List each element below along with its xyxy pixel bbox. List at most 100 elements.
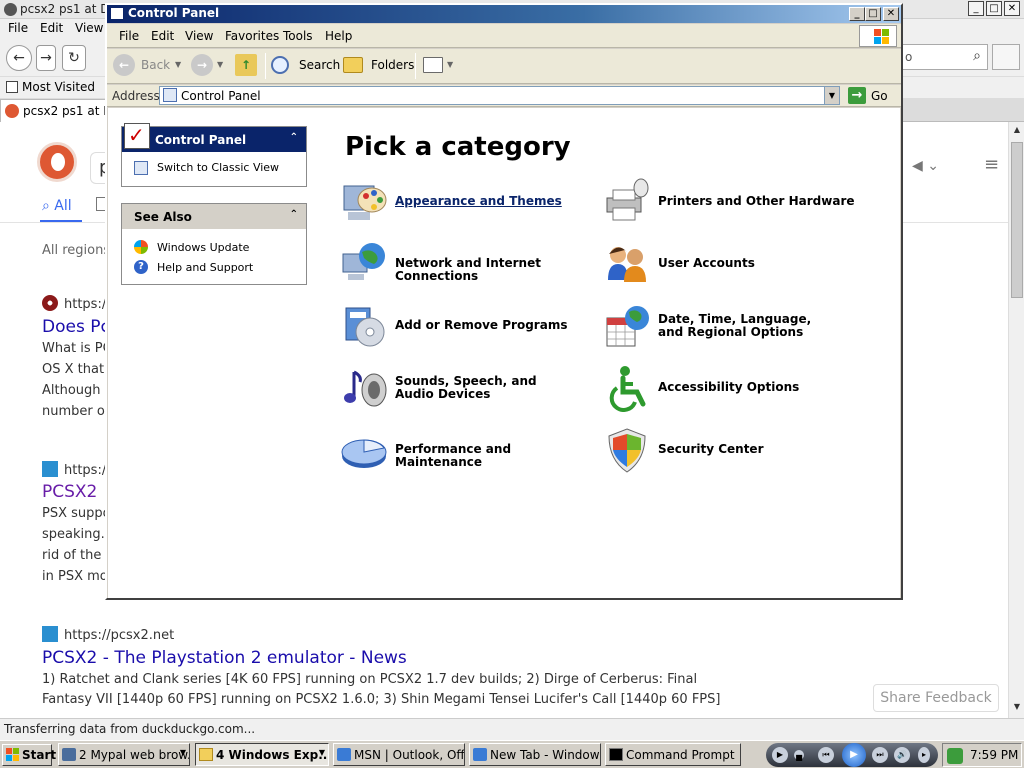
taskbar-button-msn[interactable]: MSN | Outlook, Offic... [333, 743, 465, 766]
media-play-small-icon[interactable]: ▶ [772, 747, 788, 763]
browser-tab[interactable]: pcsx2 ps1 at Duc [0, 99, 110, 122]
browser-close-button[interactable]: ✕ [1004, 1, 1020, 16]
category-label: Date, Time, Language, and Regional Optio… [658, 312, 812, 339]
media-expand-icon[interactable]: ▸ [918, 747, 930, 763]
windows-update-link[interactable]: Windows Update [122, 237, 306, 257]
taskbar-button-command-prompt[interactable]: Command Prompt [605, 743, 741, 766]
megaphone-icon[interactable]: ◀ ⌄ [912, 158, 939, 174]
views-dropdown-icon[interactable]: ▼ [447, 60, 453, 69]
category-printers-hardware[interactable]: Printers and Other Hardware [603, 178, 855, 228]
taskbar-button-label: 2 Mypal web brow... [79, 748, 190, 762]
category-label: Network and Internet Connections [395, 256, 541, 283]
menu-tools[interactable]: Tools [283, 29, 313, 43]
browser-scrollbar[interactable]: ▲ ▼ [1008, 122, 1024, 718]
category-security-center[interactable]: Security Center [603, 426, 853, 476]
group-dropdown-icon: ▼ [318, 748, 325, 757]
up-folder-button[interactable]: ↑ [235, 54, 259, 78]
ddg-tab-all[interactable]: ⌕ All [42, 198, 72, 214]
volume-icon[interactable]: 🔊 [894, 747, 910, 763]
browser-back-icon[interactable]: ← [6, 45, 32, 71]
result-title[interactable]: Does Pc [42, 317, 110, 337]
minimize-button[interactable]: _ [849, 7, 865, 21]
result-title[interactable]: PCSX2 [42, 482, 97, 502]
collapse-chevron-icon[interactable]: ⌃ [290, 132, 298, 143]
scrollbar-thumb[interactable] [1011, 142, 1023, 298]
taskbar-button-mypal[interactable]: 2 Mypal web brow... ▼ [58, 743, 190, 766]
close-button[interactable]: ✕ [883, 7, 899, 21]
go-button[interactable]: Go [871, 89, 888, 103]
switch-classic-view-link[interactable]: Switch to Classic View [122, 152, 306, 186]
category-add-remove-programs[interactable]: Add or Remove Programs [340, 302, 590, 352]
result-url[interactable]: https:// [42, 295, 111, 312]
result-url[interactable]: https://pcsx2.net [42, 626, 174, 643]
search-button[interactable]: Search [271, 54, 341, 78]
bookmark-most-visited[interactable]: Most Visited [6, 80, 95, 94]
browser-menu-edit[interactable]: Edit [40, 21, 63, 35]
browser-menu-view[interactable]: View [75, 21, 103, 35]
control-panel-panel-header[interactable]: Control Panel ⌃ [122, 123, 306, 152]
menu-help[interactable]: Help [325, 29, 352, 43]
command-prompt-icon [609, 748, 623, 761]
category-date-time-language[interactable]: Date, Time, Language, and Regional Optio… [603, 302, 853, 352]
region-filter[interactable]: All regions [42, 243, 110, 258]
media-stop-icon[interactable]: ■ [794, 750, 804, 762]
start-button[interactable]: Start [2, 744, 56, 766]
address-dropdown-icon[interactable]: ▼ [824, 87, 839, 104]
result-url[interactable]: https:// [42, 461, 111, 478]
browser-search-input[interactable]: o ⌕ [900, 44, 988, 70]
browser-search-value: o [905, 50, 913, 64]
address-input[interactable]: Control Panel ▼ [159, 86, 840, 105]
taskbar-button-new-tab[interactable]: New Tab - Windows... [469, 743, 601, 766]
collapse-chevron-icon[interactable]: ⌃ [290, 209, 298, 220]
share-feedback-button[interactable]: Share Feedback [873, 684, 999, 712]
result-title[interactable]: PCSX2 - The Playstation 2 emulator - New… [42, 648, 407, 668]
go-arrow-icon[interactable]: → [848, 87, 866, 104]
browser-reload-icon[interactable]: ↻ [62, 45, 86, 71]
menu-file[interactable]: File [119, 29, 139, 43]
media-play-icon[interactable]: ▶ [842, 743, 866, 767]
back-button[interactable]: ← Back ▼ [113, 54, 183, 78]
forward-dropdown-icon[interactable]: ▼ [217, 60, 223, 69]
menu-favorites[interactable]: Favorites [225, 29, 279, 43]
taskbar-button-windows-explorer[interactable]: 4 Windows Exp... ▼ [195, 743, 329, 766]
cp-titlebar[interactable]: Control Panel _ □ ✕ [107, 5, 901, 23]
see-also-title: See Also [134, 210, 192, 224]
back-dropdown-icon[interactable]: ▼ [175, 60, 181, 69]
browser-menu-button[interactable] [992, 44, 1020, 70]
category-accessibility-options[interactable]: Accessibility Options [603, 364, 853, 414]
media-next-icon[interactable]: ⏭ [872, 747, 888, 763]
control-panel-icon [110, 7, 124, 20]
folders-button[interactable]: Folders [343, 54, 414, 78]
browser-maximize-button[interactable]: □ [986, 1, 1002, 16]
see-also-header[interactable]: See Also ⌃ [122, 204, 306, 229]
browser-statusbar: Transferring data from duckduckgo.com... [0, 718, 1024, 740]
menu-edit[interactable]: Edit [151, 29, 174, 43]
category-appearance-themes[interactable]: Appearance and Themes [340, 178, 590, 228]
duckduckgo-logo[interactable] [37, 142, 77, 182]
clock[interactable]: 7:59 PM [970, 748, 1018, 762]
sounds-speech-audio-icon [344, 370, 387, 407]
category-user-accounts[interactable]: User Accounts [603, 240, 853, 290]
hamburger-menu-icon[interactable]: ≡ [984, 154, 999, 175]
category-sounds-speech-audio[interactable]: Sounds, Speech, and Audio Devices [340, 364, 590, 414]
menu-view[interactable]: View [185, 29, 213, 43]
help-support-link[interactable]: ? Help and Support [122, 257, 306, 277]
browser-forward-icon[interactable]: → [36, 45, 56, 71]
browser-menu-file[interactable]: File [8, 21, 28, 35]
media-previous-icon[interactable]: ⏮ [818, 747, 834, 763]
category-network-internet[interactable]: Network and Internet Connections [340, 240, 600, 290]
scroll-up-icon[interactable]: ▲ [1011, 125, 1023, 137]
help-support-label: Help and Support [157, 261, 254, 274]
browser-minimize-button[interactable]: _ [968, 1, 984, 16]
network-tray-icon[interactable] [947, 748, 963, 764]
search-label: Search [299, 58, 341, 72]
forward-button[interactable]: → ▼ [191, 54, 227, 78]
result-snippet-line: OS X that [42, 362, 105, 377]
edge-browser-icon [337, 748, 351, 761]
maximize-button[interactable]: □ [865, 7, 881, 21]
scroll-down-icon[interactable]: ▼ [1011, 702, 1023, 714]
result-url-text: https://pcsx2.net [64, 628, 175, 643]
category-performance-maintenance[interactable]: Performance and Maintenance [340, 426, 590, 476]
views-button[interactable]: ▼ [423, 54, 459, 78]
search-icon[interactable]: ⌕ [973, 48, 981, 64]
